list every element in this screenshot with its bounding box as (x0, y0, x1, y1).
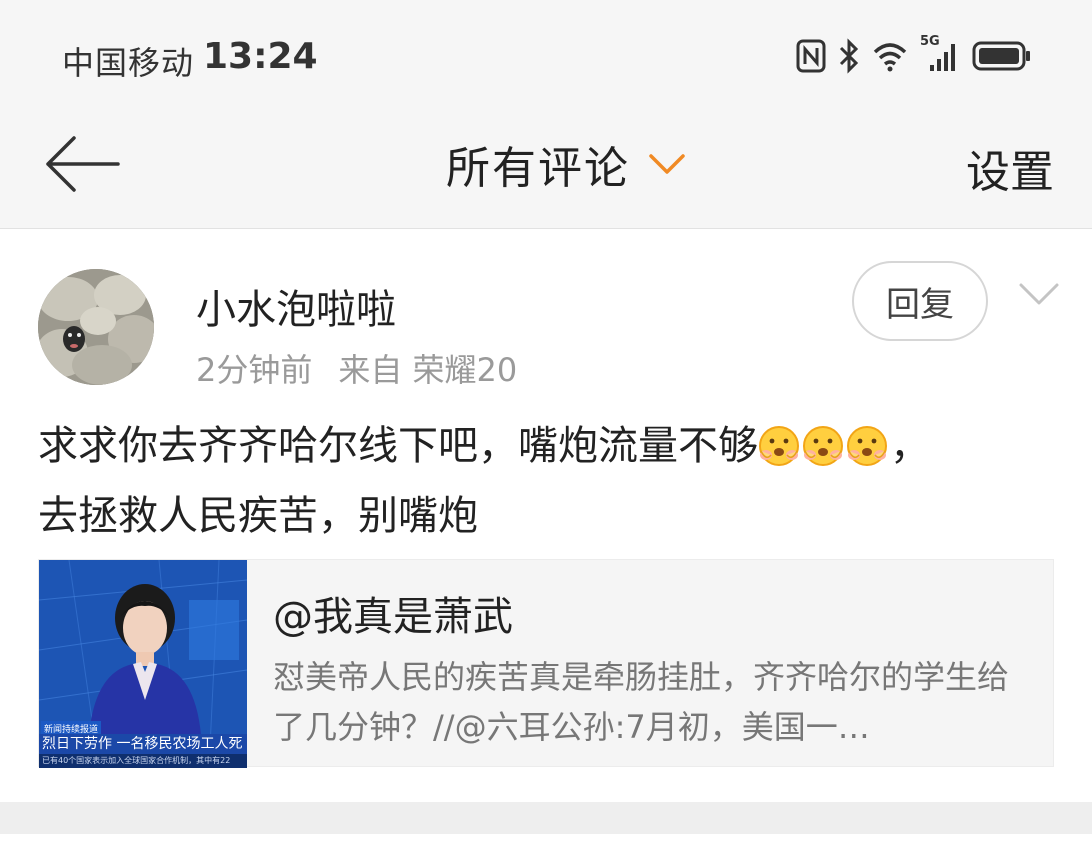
carrier-name: 中国移动 (62, 44, 195, 82)
page-title: 所有评论 (446, 143, 630, 194)
nav-bar: 所有评论 设置 (0, 118, 1092, 229)
face-emoji (846, 423, 888, 485)
face-emoji (802, 423, 844, 485)
thumbnail-ticker: 已有40个国家表示加入全球国家合作机制，其中有22 (39, 754, 247, 768)
wifi-icon (872, 40, 908, 72)
next-comment-area (0, 834, 1092, 866)
comment-text-line2: 去拯救人民疾苦，别嘴炮 (38, 493, 478, 539)
comment-filter-dropdown[interactable]: 所有评论 (446, 132, 686, 196)
nfc-icon (796, 38, 826, 74)
more-options-button[interactable] (1018, 281, 1060, 311)
cellular-signal-icon: 5G (920, 34, 960, 74)
reply-button[interactable]: 回复 (852, 261, 988, 341)
comment-text-part1: 求求你去齐齐哈尔线下吧，嘴炮流量不够 (38, 423, 758, 469)
quoted-post-card[interactable]: 新闻持续报道 烈日下劳作 一名移民农场工人死 已有40个国家表示加入全球国家合作… (38, 559, 1054, 768)
comment-time: 2分钟前 (196, 351, 313, 389)
quoted-post-author: @我真是萧武 (273, 594, 513, 640)
settings-button[interactable]: 设置 (966, 136, 1054, 200)
username[interactable]: 小水泡啦啦 (196, 277, 396, 335)
thumbnail-banner: 烈日下劳作 一名移民农场工人死 (39, 734, 247, 754)
quoted-post-thumbnail: 新闻持续报道 烈日下劳作 一名移民农场工人死 已有40个国家表示加入全球国家合作… (39, 560, 247, 768)
chevron-down-icon (1019, 283, 1059, 305)
comment-card: 小水泡啦啦 2分钟前 来自 荣耀20 回复 求求你去齐齐哈尔线下吧，嘴炮流量不够… (0, 229, 1092, 802)
section-divider (0, 802, 1092, 834)
comment-source: 来自 荣耀20 (338, 351, 518, 389)
quoted-post-body: 怼美帝人民的疾苦真是牵肠挂肚，齐齐哈尔的学生给了几分钟？//@六耳公孙:7月初，… (273, 658, 1010, 746)
face-emoji (758, 423, 800, 485)
back-arrow-icon (46, 136, 120, 192)
comment-text: 求求你去齐齐哈尔线下吧，嘴炮流量不够 ， 去拯救人民疾苦，别嘴炮 (38, 415, 1048, 547)
chevron-down-icon (649, 154, 685, 174)
avatar[interactable] (38, 269, 154, 385)
comment-meta: 2分钟前 来自 荣耀20 (196, 345, 517, 391)
status-icons: 5G (796, 34, 1032, 74)
status-bar: 中国移动 13:24 5G (0, 0, 1092, 118)
battery-icon (972, 40, 1032, 72)
bluetooth-icon (838, 38, 860, 74)
status-time: 13:24 (203, 36, 318, 77)
comment-text-part2: ， (890, 423, 930, 469)
back-button[interactable] (42, 132, 122, 196)
